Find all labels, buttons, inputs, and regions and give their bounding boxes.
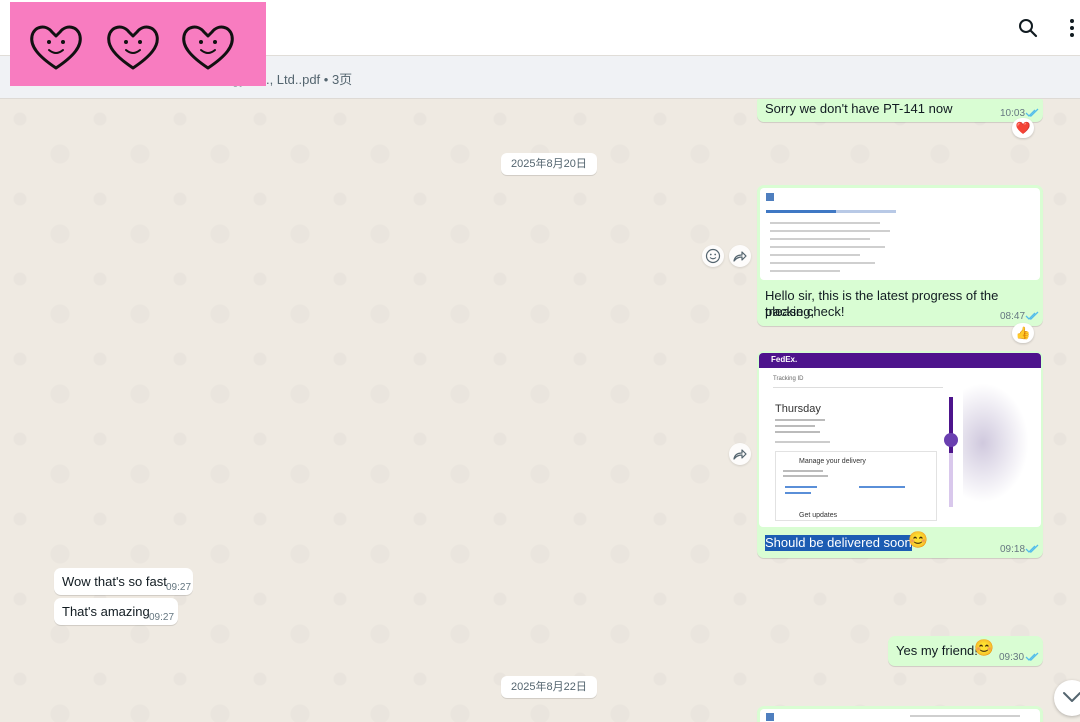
message-bubble-outgoing[interactable]: FedEx. Tracking ID Thursday Manage your … — [757, 351, 1043, 558]
smile-emoji: 😊 — [908, 532, 928, 549]
message-bubble-outgoing[interactable]: Hello sir, this is the latest progress o… — [757, 185, 1043, 326]
message-bubble-outgoing[interactable]: Yes my friend! 😊 09:30 — [888, 636, 1043, 666]
forward-button[interactable] — [729, 245, 751, 267]
read-ticks-icon — [1025, 652, 1039, 661]
tracking-id-label: Tracking ID — [773, 376, 804, 382]
read-ticks-icon — [1025, 311, 1039, 320]
fedex-tracking-screenshot[interactable]: FedEx. Tracking ID Thursday Manage your … — [759, 353, 1041, 527]
message-time: 09:30 — [999, 652, 1025, 663]
message-time: 08:47 — [1000, 311, 1026, 322]
date-divider: 2025年8月22日 — [501, 676, 597, 698]
search-icon[interactable] — [1016, 16, 1040, 40]
message-text-line2: please check! — [765, 304, 845, 319]
smiling-heart-icon — [182, 25, 234, 70]
menu-icon[interactable] — [1060, 16, 1080, 40]
tracking-screenshot-image[interactable] — [760, 188, 1040, 280]
message-time: 09:27 — [149, 612, 175, 623]
chat-area[interactable]: Sorry we don't have PT-141 now 10:03 ❤️ … — [0, 99, 1080, 722]
delivery-day: Thursday — [775, 403, 821, 415]
forward-button[interactable] — [729, 443, 751, 465]
message-bubble-incoming[interactable]: Wow that's so fast 09:27 — [54, 568, 193, 595]
message-time: 09:18 — [1000, 544, 1026, 555]
message-bubble-outgoing[interactable] — [757, 706, 1043, 722]
message-text: That's amazing — [62, 604, 150, 619]
message-bubble-outgoing[interactable]: Sorry we don't have PT-141 now 10:03 — [757, 99, 1043, 122]
smiling-heart-icon — [30, 25, 82, 70]
message-time: 09:27 — [166, 582, 192, 593]
message-text-selected: Should be delivered soon — [765, 535, 912, 551]
read-ticks-icon — [1025, 108, 1039, 117]
message-text: Sorry we don't have PT-141 now — [765, 101, 953, 116]
chevron-down-icon — [1063, 692, 1080, 702]
smiling-heart-icon — [107, 25, 159, 70]
date-divider: 2025年8月20日 — [501, 153, 597, 175]
message-text: Yes my friend! — [896, 643, 978, 658]
tracking-screenshot-image[interactable] — [760, 709, 1040, 722]
manage-delivery-label: Manage your delivery — [799, 458, 866, 465]
reaction-heart[interactable]: ❤️ — [1012, 118, 1034, 138]
react-button[interactable] — [702, 245, 724, 267]
emoji-icon — [705, 248, 721, 264]
forward-icon — [733, 251, 747, 262]
fedex-logo: FedEx. — [771, 355, 798, 364]
message-bubble-incoming[interactable]: That's amazing 09:27 — [54, 598, 178, 625]
reaction-thumbs-up[interactable]: 👍 — [1012, 323, 1034, 343]
forward-icon — [733, 449, 747, 460]
message-text: Wow that's so fast — [62, 574, 167, 589]
smile-emoji: 😊 — [974, 640, 994, 657]
heart-stickers — [10, 2, 266, 86]
read-ticks-icon — [1025, 544, 1039, 553]
fedex-nav-bar: FedEx. — [759, 353, 1041, 368]
get-updates-label: Get updates — [799, 512, 838, 519]
